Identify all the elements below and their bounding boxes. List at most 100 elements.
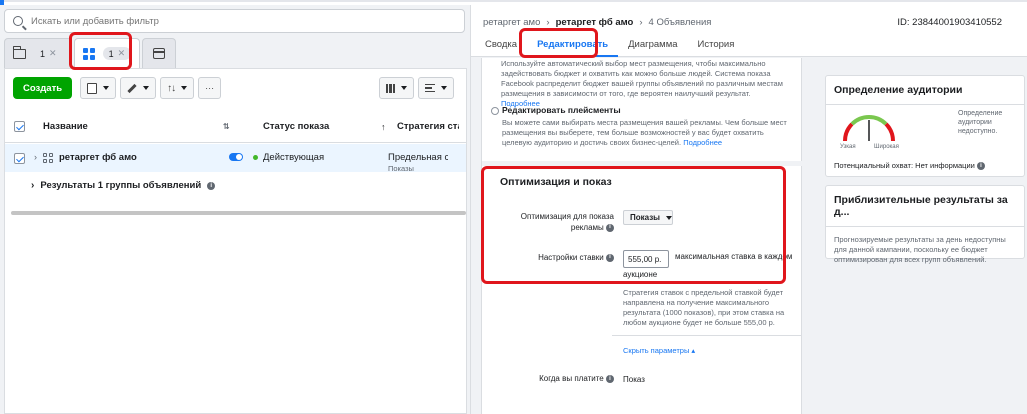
info-icon[interactable]: i: [606, 253, 614, 262]
adset-grid-icon: [43, 153, 53, 163]
estimate-card: Приблизительные результаты за д... Прогн…: [825, 185, 1025, 264]
tab-summary[interactable]: Сводка: [475, 37, 527, 57]
ad-icon: [153, 48, 166, 59]
editor-tabs: Сводка Редактировать Диаграмма История: [475, 37, 744, 57]
potential-reach: Потенциальный охват: Нет информации i: [834, 161, 985, 171]
breadcrumb-campaign[interactable]: ретаргет амо: [483, 17, 540, 28]
hide-params-link[interactable]: Скрыть параметры ▴: [623, 346, 695, 355]
close-icon[interactable]: ✕: [118, 48, 126, 59]
edit-button[interactable]: [120, 77, 157, 99]
adset-id: ID: 23844001903410552: [897, 17, 1002, 28]
params-divider: [612, 335, 802, 336]
right-panel: ретаргет амо › ретаргет фб амо › 4 Объяв…: [470, 5, 1027, 414]
bid-suffix-line2: аукционе: [623, 270, 658, 279]
chevron-down-icon: [401, 86, 407, 90]
optimization-select[interactable]: Показы: [623, 210, 673, 225]
tab-adsets[interactable]: 1 ✕: [73, 38, 141, 68]
bid-label-text: Настройки ставки: [538, 253, 604, 262]
bid-label: Настройки ставки i: [502, 252, 614, 263]
info-icon[interactable]: i: [207, 181, 216, 190]
more-link[interactable]: Подробнее: [683, 138, 722, 147]
pay-label: Когда вы платите i: [502, 374, 614, 383]
more-icon: ···: [205, 83, 215, 93]
breadcrumb-ads[interactable]: 4 Объявления: [649, 17, 712, 28]
table-header: Название ⇅ Статус показа ↑ Стратегия ста…: [5, 111, 466, 143]
optimization-label-line1: Оптимизация для показа: [520, 212, 614, 221]
table-panel: Создать ↑↓ ··· Название ⇅ Статус показа …: [4, 68, 467, 414]
strategy-text: Предельная ставка: [388, 152, 448, 163]
optimization-title: Оптимизация и показ: [500, 176, 612, 188]
breakdown-button[interactable]: [418, 77, 454, 99]
campaigns-selected-pill[interactable]: 1 ✕: [34, 47, 63, 60]
edit-placements-radio[interactable]: [491, 107, 499, 115]
select-all-checkbox[interactable]: [14, 121, 25, 132]
adset-name-link[interactable]: ретаргет фб амо: [59, 152, 229, 163]
optimization-label-line2-text: рекламы: [570, 223, 604, 232]
chevron-down-icon: [181, 86, 188, 90]
level-tabs: 1 ✕ 1 ✕: [4, 38, 178, 68]
ab-test-button[interactable]: ↑↓: [160, 77, 195, 99]
pay-label-text: Когда вы платите: [539, 374, 604, 383]
audience-card: Определение аудитории Узкая Широкая Опре…: [825, 75, 1025, 177]
auto-placements-text: Используйте автоматический выбор мест ра…: [501, 59, 791, 109]
optimization-label-line2: рекламы i: [502, 222, 614, 233]
estimate-title: Приблизительные результаты за д...: [834, 194, 1008, 218]
adsets-grid-icon: [82, 47, 95, 60]
tab-chart[interactable]: Диаграмма: [618, 37, 687, 57]
search-icon: [13, 16, 23, 26]
info-icon[interactable]: i: [606, 223, 614, 232]
adsets-selected-pill[interactable]: 1 ✕: [102, 47, 132, 60]
column-name[interactable]: Название: [43, 121, 223, 132]
columns-button[interactable]: [378, 77, 414, 99]
horizontal-scrollbar[interactable]: [11, 211, 466, 215]
info-icon[interactable]: i: [606, 374, 614, 383]
edit-placements-label[interactable]: Редактировать плейсменты: [502, 105, 621, 115]
sort-icon[interactable]: ⇅: [223, 122, 263, 131]
folder-icon: [12, 45, 26, 59]
duplicate-icon: [84, 82, 98, 97]
estimate-text: Прогнозируемые результаты за день недост…: [834, 235, 1006, 264]
edit-column: Используйте автоматический выбор мест ра…: [481, 58, 803, 414]
bid-input[interactable]: 555,00 р.: [623, 250, 669, 268]
chevron-down-icon: [143, 86, 150, 90]
potential-reach-text: Потенциальный охват: Нет информации: [834, 161, 975, 170]
table-row[interactable]: › ретаргет фб амо Действующая Предельная…: [5, 144, 466, 173]
chevron-right-icon: ›: [546, 17, 550, 28]
chevron-down-icon: [103, 86, 110, 90]
strategy-subtext: Показы: [388, 164, 414, 173]
search-bar[interactable]: [4, 9, 465, 33]
audience-gauge-icon: [842, 114, 896, 142]
close-icon[interactable]: ✕: [49, 48, 57, 59]
adset-toggle[interactable]: [229, 153, 243, 161]
column-status[interactable]: Статус показа: [263, 121, 381, 132]
auto-placements-desc: Используйте автоматический выбор мест ра…: [501, 59, 783, 98]
results-label: Результаты 1 группы объявлений: [40, 180, 202, 191]
edit-placements-text: Вы можете сами выбирать места размещения…: [502, 118, 792, 148]
breadcrumb-adset[interactable]: ретаргет фб амо: [556, 17, 634, 28]
strategy-cell: Предельная ставка Показы: [388, 152, 448, 173]
row-checkbox[interactable]: [14, 153, 25, 164]
duplicate-button[interactable]: [80, 77, 117, 99]
tab-history[interactable]: История: [688, 37, 745, 57]
breadcrumb: ретаргет амо › ретаргет фб амо › 4 Объяв…: [483, 17, 711, 28]
more-button[interactable]: ···: [198, 77, 222, 99]
editor-header: ретаргет амо › ретаргет фб амо › 4 Объяв…: [471, 5, 1027, 57]
search-input[interactable]: [31, 15, 431, 27]
sort-up-icon[interactable]: ↑: [381, 122, 397, 132]
tab-ads[interactable]: [142, 38, 177, 68]
expand-icon[interactable]: ›: [34, 152, 37, 162]
column-strategy[interactable]: Стратегия ставок: [397, 121, 459, 132]
chevron-right-icon[interactable]: ›: [31, 180, 34, 191]
pay-value: Показ: [623, 375, 645, 384]
audience-title: Определение аудитории: [834, 84, 963, 96]
create-button[interactable]: Создать: [13, 77, 73, 99]
tab-campaigns[interactable]: 1 ✕: [4, 38, 72, 68]
chevron-down-icon: [666, 215, 672, 220]
card-divider: [826, 104, 1024, 105]
left-panel: 1 ✕ 1 ✕ Создать ↑↓ ··· Назв: [0, 5, 470, 414]
tab-edit[interactable]: Редактировать: [527, 37, 619, 57]
pencil-icon: [127, 83, 137, 93]
edit-placements-desc: Вы можете сами выбирать места размещения…: [502, 118, 787, 147]
info-icon[interactable]: i: [976, 162, 985, 171]
status-cell: Действующая: [253, 152, 388, 163]
